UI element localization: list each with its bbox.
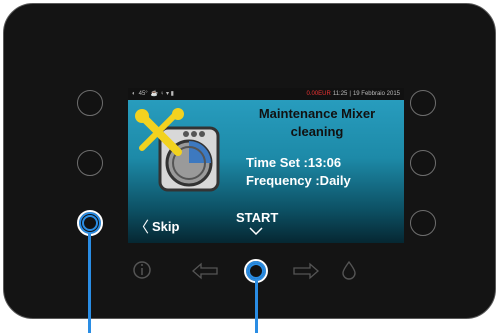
- center-button[interactable]: [244, 259, 268, 283]
- status-time: 11:25: [332, 91, 348, 97]
- status-temp: 45°: [138, 91, 148, 97]
- status-icons: ☕ ♀ ▾ ▮: [150, 91, 174, 97]
- display-screen: ◐ 45° ☕ ♀ ▾ ▮ 0.00EUR 11:25 | 19 Febbrai…: [128, 88, 404, 243]
- start-label: START: [236, 210, 279, 225]
- right-button-bottom[interactable]: [410, 210, 436, 236]
- right-button-middle[interactable]: [410, 150, 436, 176]
- maintenance-icon: [135, 108, 220, 192]
- pointer-line-left: [88, 232, 91, 333]
- frequency-text: Frequency :Daily: [246, 173, 351, 188]
- drop-icon[interactable]: [341, 260, 357, 280]
- chevron-down-icon: [249, 227, 263, 235]
- chevron-left-icon: 〈: [134, 219, 150, 236]
- info-icon[interactable]: [131, 259, 153, 281]
- status-date: 19 Febbraio 2015: [352, 91, 400, 97]
- left-button-top[interactable]: [77, 90, 103, 116]
- start-button[interactable]: START: [236, 210, 279, 235]
- status-temp-icon: ◐: [132, 91, 136, 97]
- skip-button[interactable]: 〈 Skip: [134, 216, 179, 237]
- device-panel: ◐ 45° ☕ ♀ ▾ ▮ 0.00EUR 11:25 | 19 Febbrai…: [3, 3, 496, 319]
- arrow-left-icon[interactable]: [191, 262, 219, 280]
- skip-label: Skip: [152, 219, 180, 234]
- screen-title-line1: Maintenance Mixer: [258, 106, 376, 121]
- screen-title-line2: cleaning: [290, 124, 344, 139]
- status-alert: 0.00EUR: [306, 91, 331, 97]
- time-set-text: Time Set :13:06: [246, 155, 342, 170]
- pointer-line-center: [255, 281, 258, 333]
- left-button-middle[interactable]: [77, 150, 103, 176]
- status-bar: ◐ 45° ☕ ♀ ▾ ▮ 0.00EUR 11:25 | 19 Febbrai…: [128, 88, 404, 100]
- right-button-top[interactable]: [410, 90, 436, 116]
- arrow-right-icon[interactable]: [292, 262, 320, 280]
